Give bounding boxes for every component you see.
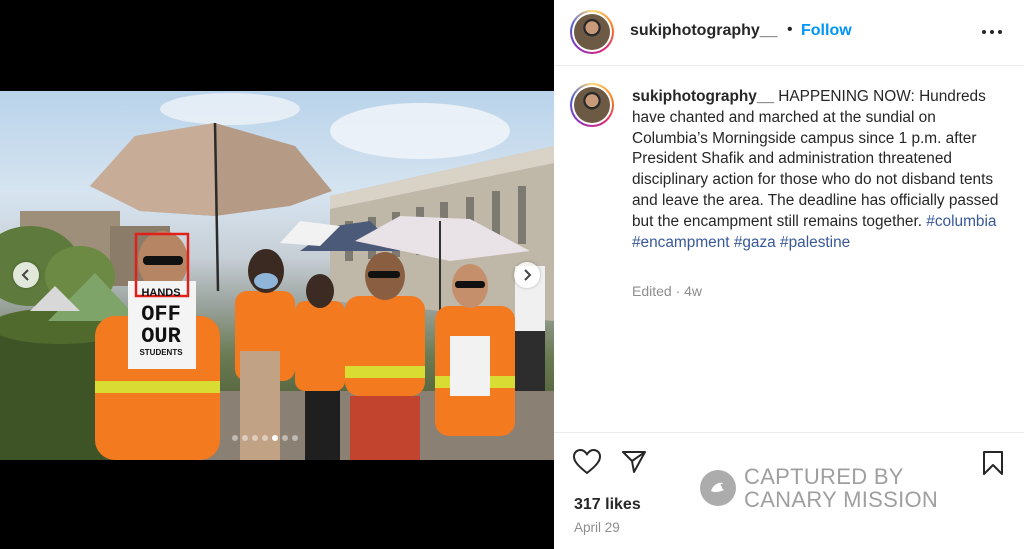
post-header: sukiphotography__ • Follow bbox=[554, 0, 1024, 66]
carousel-dot[interactable] bbox=[292, 435, 298, 441]
carousel-next-button[interactable] bbox=[514, 262, 540, 288]
more-options-button[interactable] bbox=[980, 22, 1004, 42]
hashtag-link[interactable]: #gaza bbox=[734, 234, 776, 251]
username-link[interactable]: sukiphotography__ bbox=[630, 22, 778, 40]
share-button[interactable] bbox=[621, 449, 647, 480]
carousel-dot[interactable] bbox=[252, 435, 258, 441]
paper-plane-icon bbox=[622, 451, 646, 473]
like-button[interactable] bbox=[572, 448, 602, 480]
hashtag-link[interactable]: #encampment bbox=[632, 234, 730, 251]
carousel-prev-button[interactable] bbox=[13, 262, 39, 288]
follow-button[interactable]: Follow bbox=[801, 22, 852, 40]
avatar-image bbox=[574, 87, 610, 123]
sign-line-4: STUDENTS bbox=[139, 348, 183, 357]
post-date: April 29 bbox=[574, 520, 620, 535]
avatar[interactable] bbox=[570, 10, 614, 54]
carousel-dot[interactable] bbox=[262, 435, 268, 441]
avatar-image bbox=[574, 14, 610, 50]
more-horizontal-icon bbox=[982, 30, 1002, 34]
carousel-indicator bbox=[232, 435, 298, 441]
bookmark-icon bbox=[983, 451, 1003, 475]
post-photo[interactable]: HANDS OFF OUR STUDENTS bbox=[0, 91, 554, 460]
sign-line-1: HANDS bbox=[141, 287, 180, 299]
carousel-dot[interactable] bbox=[242, 435, 248, 441]
hashtag-link[interactable]: #palestine bbox=[780, 234, 850, 251]
edited-timestamp: Edited · 4w bbox=[632, 283, 703, 299]
caption-username[interactable]: sukiphotography__ bbox=[632, 88, 774, 105]
separator-dot: • bbox=[787, 21, 793, 38]
sign-line-3: OUR bbox=[141, 324, 181, 349]
caption-avatar[interactable] bbox=[570, 83, 614, 127]
post-caption: sukiphotography__ HAPPENING NOW: Hundred… bbox=[632, 87, 1002, 253]
photo-illustration: HANDS OFF OUR STUDENTS bbox=[0, 93, 554, 460]
divider bbox=[554, 432, 1024, 433]
heart-icon bbox=[572, 448, 602, 475]
likes-count[interactable]: 317 likes bbox=[574, 496, 641, 514]
chevron-left-icon bbox=[21, 269, 29, 281]
carousel-dot[interactable] bbox=[272, 435, 278, 441]
canary-logo-icon bbox=[700, 470, 736, 506]
watermark-line-2: CANARY MISSION bbox=[744, 487, 939, 512]
save-button[interactable] bbox=[982, 450, 1004, 481]
carousel-dot[interactable] bbox=[282, 435, 288, 441]
post-media: HANDS OFF OUR STUDENTS bbox=[0, 0, 554, 549]
hashtag-link[interactable]: #columbia bbox=[926, 213, 996, 230]
watermark-line-1: CAPTURED BY bbox=[744, 464, 904, 489]
caption-text: HAPPENING NOW: Hundreds have chanted and… bbox=[632, 88, 999, 230]
watermark: CAPTURED BY CANARY MISSION bbox=[700, 462, 950, 514]
carousel-dot[interactable] bbox=[232, 435, 238, 441]
chevron-right-icon bbox=[524, 269, 532, 281]
